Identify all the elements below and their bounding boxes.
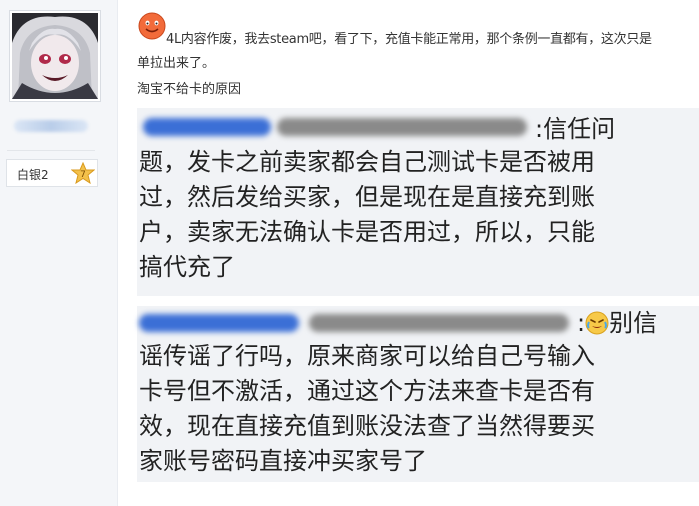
- quote-text-inline: 别信: [609, 309, 658, 337]
- level-label: 白银2: [17, 168, 49, 182]
- quote-block: :信任问 题，发卡之前卖家都会自己测试卡是否被用 过，然后发给买家，但是现在是直…: [137, 108, 699, 296]
- quote-text-line: :信任问: [535, 115, 616, 143]
- post-text-line: 4L内容作废，我去steam吧，看了下，充值卡能正常用，那个条例一直都有，这次只…: [166, 32, 652, 47]
- quote-text-line: 户，卖家无法确认卡是否用过，所以，只能: [139, 218, 595, 246]
- quoted-reply-header-blurred: [277, 118, 527, 136]
- level-badge[interactable]: 白银2 7: [6, 159, 98, 187]
- level-number: 7: [80, 170, 86, 180]
- avatar-image: [12, 13, 98, 99]
- quote-text-line: 搞代充了: [139, 253, 235, 281]
- user-sidebar: 白银2 7: [0, 0, 118, 506]
- quote-colon: :: [577, 309, 586, 337]
- avatar[interactable]: [9, 10, 101, 102]
- quote-text-line: 效，现在直接充值到账没法查了当然得要买: [139, 412, 595, 440]
- post-text-line: 淘宝不给卡的原因: [137, 82, 242, 97]
- star-icon: 7: [71, 162, 95, 184]
- username-blurred[interactable]: [14, 120, 88, 132]
- quote-block: : 别信 谣传谣了行吗，原来商家可以给自己号输入 卡号但不激活，通过这个方法来查…: [137, 306, 699, 482]
- crying-laugh-emoji-icon: [585, 311, 609, 335]
- divider: [7, 150, 95, 151]
- quote-text-line: 题，发卡之前卖家都会自己测试卡是否被用: [139, 148, 595, 176]
- quote-text-line: 谣传谣了行吗，原来商家可以给自己号输入: [139, 342, 595, 370]
- quote-text-line: 家账号密码直接冲买家号了: [139, 447, 427, 475]
- quote-text-line: 卡号但不激活，通过这个方法来查卡是否有: [139, 377, 595, 405]
- smile-emoji-icon: [138, 12, 166, 40]
- quoted-username-blurred[interactable]: [139, 314, 299, 332]
- quote-text-line: 过，然后发给买家，但是现在是直接充到账: [139, 183, 595, 211]
- quoted-reply-header-blurred: [309, 314, 569, 332]
- post-text-line: 单拉出来了。: [137, 56, 216, 71]
- quoted-username-blurred[interactable]: [143, 118, 271, 136]
